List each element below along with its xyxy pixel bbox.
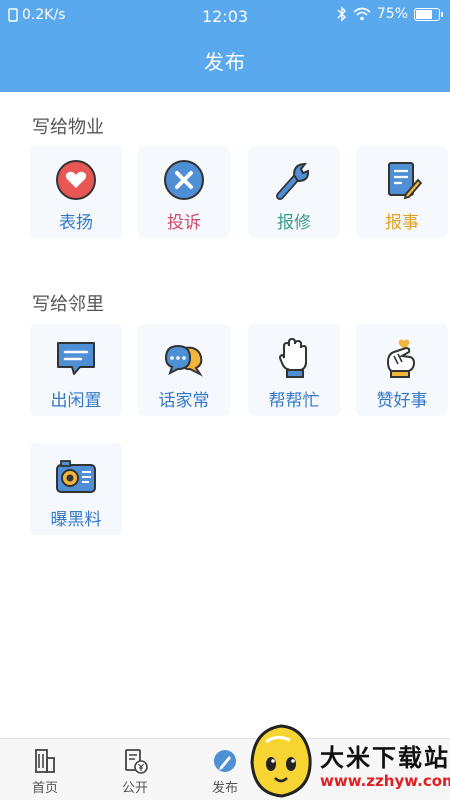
tile-repair[interactable]: 报修 xyxy=(248,146,340,238)
tile-label: 投诉 xyxy=(167,213,201,233)
hand-icon xyxy=(278,337,307,378)
section-title-property: 写给物业 xyxy=(32,117,104,138)
pen-icon xyxy=(214,750,236,772)
chat-bubbles-icon xyxy=(164,344,203,377)
building-icon xyxy=(35,749,55,773)
tile-label: 报事 xyxy=(385,213,419,233)
tile-secondhand[interactable]: 出闲置 xyxy=(30,324,122,416)
battery-fill xyxy=(416,9,432,19)
watermark: 大米下载站 www.zzhyw.com xyxy=(240,720,450,800)
watermark-url: www.zzhyw.com xyxy=(320,772,450,790)
tab-public[interactable]: 公开 xyxy=(90,739,180,801)
camera-icon xyxy=(56,460,96,493)
thumbs-heart-icon xyxy=(386,339,416,378)
tile-label: 表扬 xyxy=(59,213,93,233)
battery-icon xyxy=(414,7,443,21)
wifi-icon xyxy=(353,7,371,21)
heart-icon xyxy=(56,160,96,200)
tile-label: 报修 xyxy=(277,213,311,233)
tile-complaint[interactable]: 投诉 xyxy=(138,146,230,238)
tile-report[interactable]: 报事 xyxy=(356,146,448,238)
tile-expose[interactable]: 曝黑料 xyxy=(30,443,122,535)
tile-praise[interactable]: 表扬 xyxy=(30,146,122,238)
watermark-title: 大米下载站 xyxy=(320,744,450,772)
notepad-icon xyxy=(388,162,423,200)
tile-good-deeds[interactable]: 赞好事 xyxy=(356,324,448,416)
wrench-icon xyxy=(276,162,310,200)
tab-home[interactable]: 首页 xyxy=(0,739,90,801)
status-bar: 0.2K/s 12:03 75% xyxy=(0,0,450,32)
tile-label: 出闲置 xyxy=(50,391,102,411)
tile-label: 赞好事 xyxy=(376,391,428,411)
tile-label: 曝黑料 xyxy=(50,510,102,530)
page-title: 发布 xyxy=(0,32,450,92)
tile-label: 话家常 xyxy=(158,391,210,411)
section-title-neighbor: 写给邻里 xyxy=(32,294,104,315)
tile-chat[interactable]: 话家常 xyxy=(138,324,230,416)
tile-help[interactable]: 帮帮忙 xyxy=(248,324,340,416)
tab-label: 发布 xyxy=(211,781,238,796)
document-yen-icon xyxy=(125,749,148,774)
tab-label: 公开 xyxy=(121,781,148,796)
status-right: 75% xyxy=(337,6,443,22)
bluetooth-icon xyxy=(337,6,346,22)
battery-percent: 75% xyxy=(376,6,408,22)
tile-label: 帮帮忙 xyxy=(268,391,320,411)
x-circle-icon xyxy=(164,160,204,200)
mascot-logo xyxy=(250,724,312,798)
message-icon xyxy=(57,342,95,375)
tab-label: 首页 xyxy=(31,781,58,796)
